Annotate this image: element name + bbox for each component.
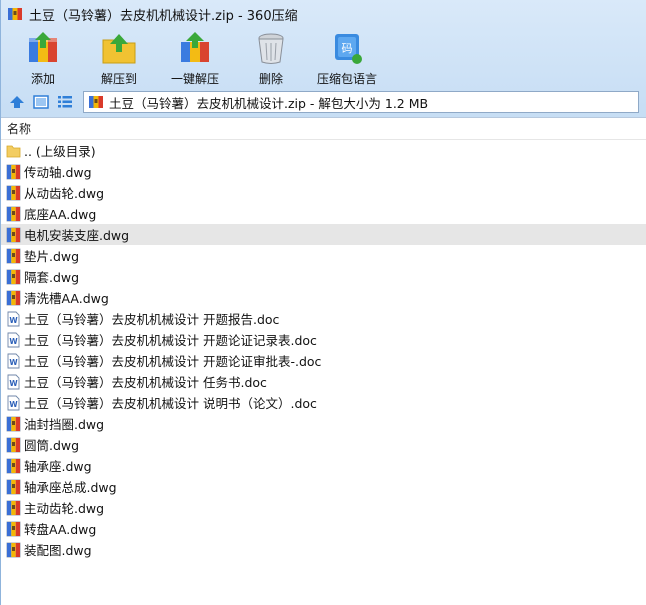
- dwg-file-icon: [6, 479, 21, 494]
- dwg-file-icon: [6, 290, 21, 305]
- file-row[interactable]: 装配图.dwg: [1, 539, 646, 560]
- address-text: 土豆（马铃薯）去皮机机械设计.zip - 解包大小为 1.2 MB: [109, 95, 429, 111]
- file-name: 传动轴.dwg: [24, 165, 92, 180]
- file-row[interactable]: 主动齿轮.dwg: [1, 497, 646, 518]
- file-rows: .. (上级目录) 传动轴.dwg 从动齿轮.dwg 底座AA.dwg 电机安装支座.d…: [1, 140, 646, 560]
- dwg-file-icon: [6, 164, 21, 179]
- dwg-file-icon: [6, 458, 21, 473]
- file-row[interactable]: W 土豆（马铃薯）去皮机机械设计 开题论证记录表.doc: [1, 329, 646, 350]
- window-title: 土豆（马铃薯）去皮机机械设计.zip - 360压缩: [29, 8, 298, 24]
- one-click-extract-label: 一键解压: [170, 72, 219, 86]
- dwg-file-icon: [6, 227, 21, 242]
- extract-to-button[interactable]: 解压到: [85, 28, 153, 88]
- file-name: 轴承座总成.dwg: [24, 480, 117, 495]
- file-row[interactable]: 油封挡圈.dwg: [1, 413, 646, 434]
- file-row[interactable]: 轴承座.dwg: [1, 455, 646, 476]
- up-arrow-icon: [10, 96, 24, 108]
- file-row[interactable]: W 土豆（马铃薯）去皮机机械设计 说明书（论文）.doc: [1, 392, 646, 413]
- archive-language-icon: 码: [335, 34, 362, 64]
- svg-text:W: W: [9, 379, 18, 388]
- file-row[interactable]: 清洗槽AA.dwg: [1, 287, 646, 308]
- archive-language-label: 压缩包语言: [316, 72, 377, 86]
- up-button[interactable]: [7, 93, 27, 111]
- file-name: 隔套.dwg: [24, 270, 80, 285]
- file-name: 电机安装支座.dwg: [24, 228, 130, 243]
- one-click-extract-button[interactable]: 一键解压: [161, 28, 229, 88]
- file-row[interactable]: 传动轴.dwg: [1, 161, 646, 182]
- one-click-extract-icon: [181, 32, 209, 62]
- list-view-button[interactable]: [55, 93, 75, 111]
- file-row[interactable]: 垫片.dwg: [1, 245, 646, 266]
- trash-icon: [258, 33, 284, 64]
- delete-button[interactable]: 删除: [237, 28, 305, 88]
- file-name: .. (上级目录): [24, 144, 96, 159]
- svg-text:W: W: [9, 337, 18, 346]
- doc-file-icon: W: [7, 395, 20, 410]
- column-header-name[interactable]: 名称: [1, 118, 646, 140]
- archive-app-icon: [8, 8, 22, 20]
- file-name: 装配图.dwg: [24, 543, 92, 558]
- thumbnail-view-icon: [33, 95, 49, 109]
- address-bar[interactable]: 土豆（马铃薯）去皮机机械设计.zip - 解包大小为 1.2 MB: [83, 91, 639, 113]
- file-name: 主动齿轮.dwg: [24, 501, 105, 516]
- file-list: 名称 .. (上级目录) 传动轴.dwg 从动齿轮.dwg 底座AA.dwg 电机安装支…: [1, 117, 646, 605]
- add-archive-icon: [29, 32, 57, 62]
- extract-to-icon: [102, 34, 136, 64]
- file-name: 从动齿轮.dwg: [24, 186, 105, 201]
- title-bar: 土豆（马铃薯）去皮机机械设计.zip - 360压缩: [1, 0, 646, 28]
- dwg-file-icon: [6, 500, 21, 515]
- dwg-file-icon: [6, 269, 21, 284]
- doc-file-icon: W: [7, 353, 20, 368]
- file-row[interactable]: W 土豆（马铃薯）去皮机机械设计 任务书.doc: [1, 371, 646, 392]
- dwg-file-icon: [6, 542, 21, 557]
- file-name: 土豆（马铃薯）去皮机机械设计 开题论证审批表-.doc: [24, 354, 322, 369]
- file-name: 转盘AA.dwg: [24, 522, 97, 537]
- dwg-file-icon: [6, 185, 21, 200]
- svg-text:W: W: [9, 316, 18, 325]
- file-name: 土豆（马铃薯）去皮机机械设计 开题论证记录表.doc: [24, 333, 317, 348]
- list-view-icon: [58, 96, 72, 108]
- delete-label: 删除: [258, 72, 283, 86]
- file-row[interactable]: W 土豆（马铃薯）去皮机机械设计 开题论证审批表-.doc: [1, 350, 646, 371]
- file-name: 土豆（马铃薯）去皮机机械设计 开题报告.doc: [24, 312, 280, 327]
- file-row[interactable]: W 土豆（马铃薯）去皮机机械设计 开题报告.doc: [1, 308, 646, 329]
- folder-icon: [6, 145, 21, 157]
- dwg-file-icon: [6, 416, 21, 431]
- file-name: 底座AA.dwg: [24, 207, 97, 222]
- file-name: 清洗槽AA.dwg: [24, 291, 109, 306]
- svg-text:W: W: [9, 358, 18, 367]
- extract-to-label: 解压到: [100, 72, 137, 86]
- dwg-file-icon: [6, 248, 21, 263]
- add-button[interactable]: 添加: [9, 28, 77, 88]
- file-row[interactable]: 电机安装支座.dwg: [1, 224, 646, 245]
- archive-language-button[interactable]: 码 压缩包语言: [313, 28, 381, 88]
- file-row[interactable]: 隔套.dwg: [1, 266, 646, 287]
- file-name: 土豆（马铃薯）去皮机机械设计 说明书（论文）.doc: [24, 396, 317, 411]
- file-row[interactable]: 圆筒.dwg: [1, 434, 646, 455]
- svg-text:W: W: [9, 400, 18, 409]
- dwg-file-icon: [6, 437, 21, 452]
- thumbnail-view-button[interactable]: [31, 93, 51, 111]
- svg-text:码: 码: [342, 42, 353, 55]
- zip-file-icon: [89, 96, 103, 108]
- file-name: 圆筒.dwg: [24, 438, 80, 453]
- doc-file-icon: W: [7, 374, 20, 389]
- parent-directory-row[interactable]: .. (上级目录): [1, 140, 646, 161]
- dwg-file-icon: [6, 521, 21, 536]
- address-row: 土豆（马铃薯）去皮机机械设计.zip - 解包大小为 1.2 MB: [1, 90, 646, 114]
- file-row[interactable]: 转盘AA.dwg: [1, 518, 646, 539]
- app-window: 土豆（马铃薯）去皮机机械设计.zip - 360压缩 添加 解压到 一键解压 删…: [0, 0, 646, 605]
- toolbar: 添加 解压到 一键解压 删除 码 压缩包语言: [1, 28, 646, 88]
- file-row[interactable]: 底座AA.dwg: [1, 203, 646, 224]
- file-row[interactable]: 从动齿轮.dwg: [1, 182, 646, 203]
- doc-file-icon: W: [7, 332, 20, 347]
- add-button-label: 添加: [30, 72, 55, 86]
- file-name: 垫片.dwg: [24, 249, 80, 264]
- dwg-file-icon: [6, 206, 21, 221]
- file-row[interactable]: 轴承座总成.dwg: [1, 476, 646, 497]
- file-name: 轴承座.dwg: [24, 459, 92, 474]
- file-name: 油封挡圈.dwg: [24, 417, 105, 432]
- file-name: 土豆（马铃薯）去皮机机械设计 任务书.doc: [24, 375, 267, 390]
- doc-file-icon: W: [7, 311, 20, 326]
